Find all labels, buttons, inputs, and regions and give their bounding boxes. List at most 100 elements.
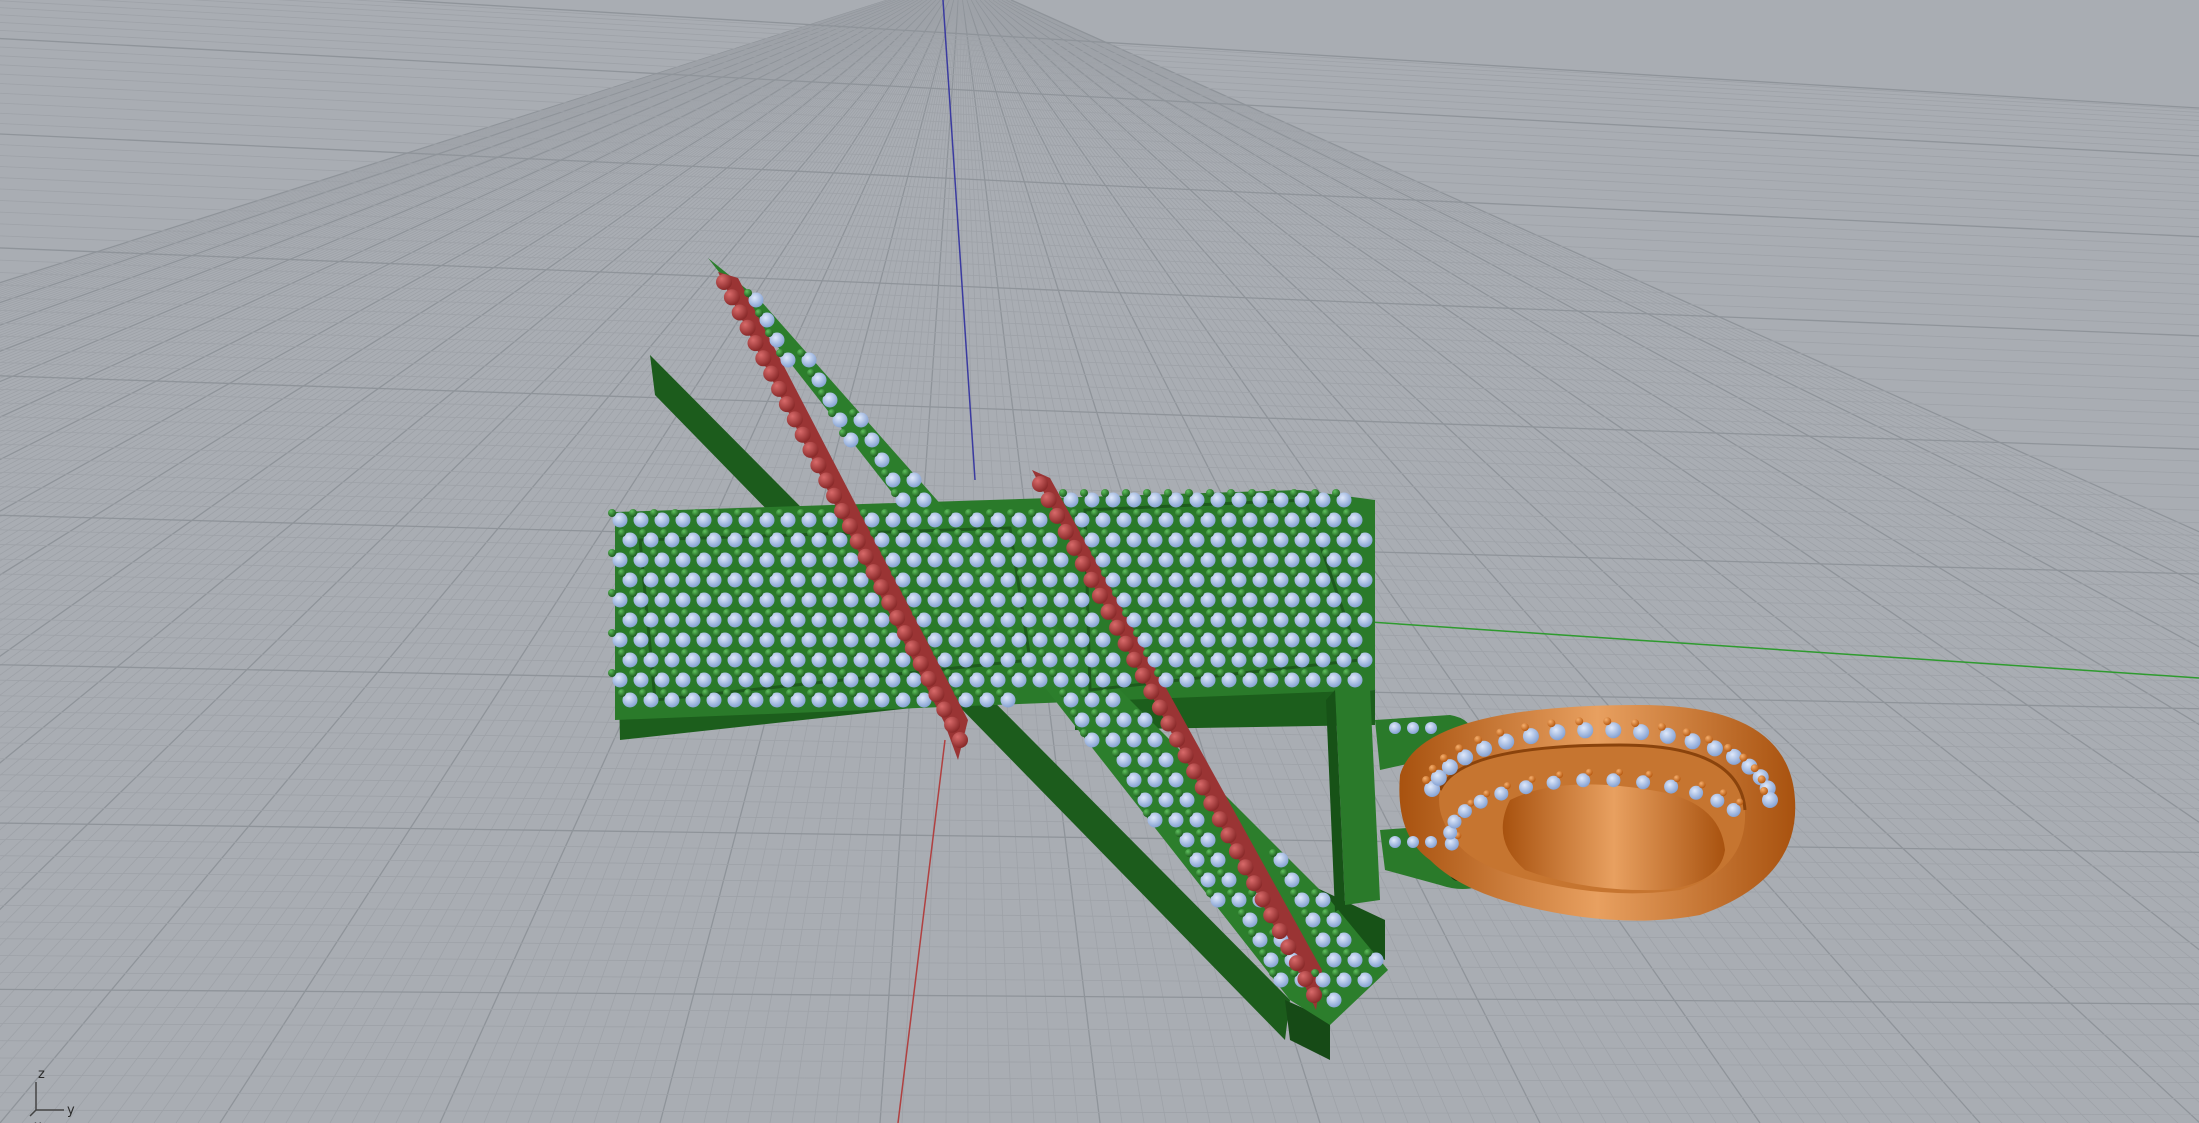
prong xyxy=(1185,609,1193,617)
prong xyxy=(849,609,857,617)
bail-prong xyxy=(1736,798,1744,806)
prong xyxy=(1175,829,1183,837)
ruby-stone xyxy=(896,625,913,642)
prong xyxy=(1175,589,1183,597)
prong xyxy=(1122,729,1130,737)
prong xyxy=(807,369,815,377)
prong xyxy=(1353,529,1361,537)
prong xyxy=(996,649,1004,657)
prong xyxy=(1217,509,1225,517)
connector-stone xyxy=(1407,722,1419,734)
prong xyxy=(797,669,805,677)
ruby-stone xyxy=(1100,603,1117,620)
grid-line xyxy=(0,429,2199,499)
perspective-viewport[interactable]: z y x xyxy=(0,0,2199,1123)
ruby-stone xyxy=(747,335,764,352)
prong xyxy=(692,549,700,557)
prong xyxy=(1028,549,1036,557)
prong xyxy=(860,669,868,677)
prong xyxy=(1248,489,1256,497)
prong xyxy=(618,569,626,577)
prong xyxy=(1301,549,1309,557)
prong xyxy=(1227,649,1235,657)
ruby-stone xyxy=(928,686,945,703)
prong xyxy=(713,549,721,557)
prong xyxy=(870,609,878,617)
prong xyxy=(650,589,658,597)
ruby-stone xyxy=(1271,923,1288,940)
prong xyxy=(1059,569,1067,577)
prong xyxy=(797,549,805,557)
prong xyxy=(923,629,931,637)
prong xyxy=(1332,489,1340,497)
ruby-stone xyxy=(763,365,780,382)
prong xyxy=(986,549,994,557)
ruby-stone xyxy=(889,609,906,626)
prong xyxy=(1301,909,1309,917)
prong xyxy=(839,549,847,557)
ruby-stone xyxy=(920,670,937,687)
prong xyxy=(1080,729,1088,737)
prong xyxy=(1038,569,1046,577)
prong xyxy=(986,509,994,517)
prong xyxy=(734,669,742,677)
prong xyxy=(1322,989,1330,997)
prong xyxy=(671,509,679,517)
ruby-stone xyxy=(723,289,740,306)
prong xyxy=(828,609,836,617)
prong xyxy=(1343,509,1351,517)
grid-line xyxy=(0,774,2199,809)
prong xyxy=(1290,649,1298,657)
prong xyxy=(1101,489,1109,497)
prong xyxy=(902,469,910,477)
prong xyxy=(702,569,710,577)
prong xyxy=(1133,749,1141,757)
ruby-stone xyxy=(1211,811,1228,828)
prong xyxy=(650,629,658,637)
prong xyxy=(1322,589,1330,597)
prong xyxy=(1133,629,1141,637)
prong xyxy=(1311,529,1319,537)
prong xyxy=(1175,789,1183,797)
prong xyxy=(1101,689,1109,697)
prong xyxy=(1017,569,1025,577)
prong xyxy=(1059,649,1067,657)
prong xyxy=(1122,569,1130,577)
prong xyxy=(650,509,658,517)
prong xyxy=(681,529,689,537)
prong xyxy=(1332,569,1340,577)
widget-x-axis xyxy=(29,1109,37,1117)
bail-prong xyxy=(1757,775,1766,784)
viewport-canvas[interactable]: z y x xyxy=(0,0,2199,1123)
prong xyxy=(1269,649,1277,657)
grid-line xyxy=(0,971,2199,989)
connector-stone xyxy=(1389,836,1401,848)
prong xyxy=(1080,529,1088,537)
prong xyxy=(1038,649,1046,657)
prong xyxy=(660,649,668,657)
prong xyxy=(1112,589,1120,597)
ruby-stone xyxy=(1288,955,1305,972)
prong xyxy=(1280,589,1288,597)
prong xyxy=(807,569,815,577)
prong xyxy=(1091,509,1099,517)
prong xyxy=(1164,569,1172,577)
prong xyxy=(786,569,794,577)
prong xyxy=(618,649,626,657)
prong xyxy=(975,529,983,537)
prong xyxy=(1322,629,1330,637)
ruby-stone xyxy=(778,396,795,413)
prong xyxy=(1343,589,1351,597)
prong xyxy=(1059,489,1067,497)
ruby-stone xyxy=(810,457,827,474)
prong xyxy=(1196,549,1204,557)
prong xyxy=(1185,569,1193,577)
ruby-stone xyxy=(1143,683,1160,700)
prong xyxy=(839,429,847,437)
prong xyxy=(744,569,752,577)
prong xyxy=(1175,669,1183,677)
prong xyxy=(713,589,721,597)
ruby-stone xyxy=(731,304,748,321)
prong xyxy=(828,529,836,537)
prong xyxy=(1007,549,1015,557)
